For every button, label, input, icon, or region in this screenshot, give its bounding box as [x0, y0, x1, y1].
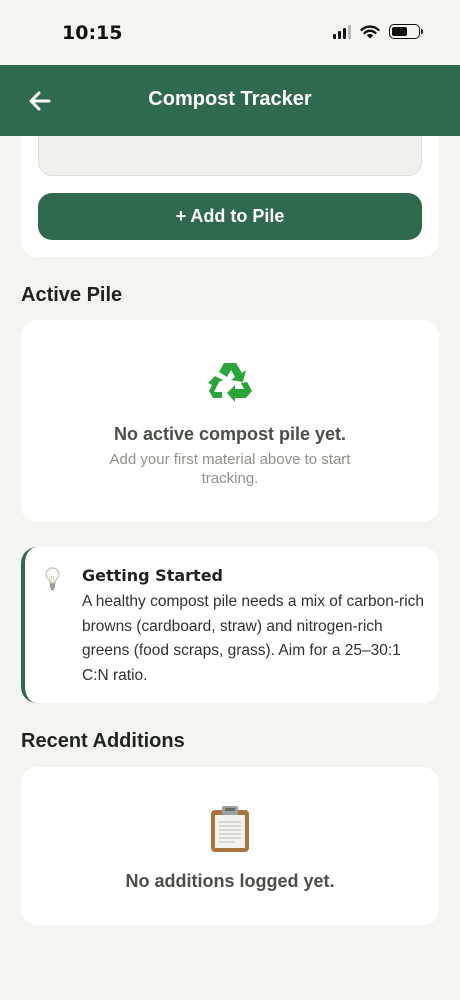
recent-additions-empty-title: No additions logged yet.	[125, 871, 335, 891]
main-content[interactable]: + Add to Pile Active Pile No active comp…	[0, 136, 460, 1000]
status-icons	[333, 24, 423, 39]
active-pile-empty-subtitle: Add your first material above to start t…	[109, 451, 351, 487]
cellular-signal-icon	[333, 24, 351, 39]
active-pile-card: No active compost pile yet. Add your fir…	[21, 320, 439, 522]
battery-icon	[389, 24, 423, 39]
recent-additions-heading: Recent Additions	[21, 730, 185, 752]
getting-started-tip: Getting Started A healthy compost pile n…	[21, 547, 439, 703]
notes-input[interactable]	[38, 136, 422, 176]
active-pile-empty-title: No active compost pile yet.	[113, 424, 347, 444]
page-title: Compost Tracker	[148, 88, 312, 110]
status-bar: 10:15	[0, 0, 460, 65]
tip-title: Getting Started	[82, 566, 223, 585]
lightbulb-icon	[45, 567, 60, 591]
wifi-icon	[360, 25, 380, 39]
recycle-icon	[208, 363, 252, 402]
add-material-form: + Add to Pile	[21, 136, 439, 257]
tip-body: A healthy compost pile needs a mix of ca…	[82, 593, 425, 684]
active-pile-heading: Active Pile	[21, 284, 123, 306]
add-to-pile-button[interactable]: + Add to Pile	[38, 193, 422, 240]
status-time: 10:15	[62, 22, 123, 44]
app-header: Compost Tracker	[0, 65, 460, 136]
recent-additions-card: No additions logged yet.	[21, 767, 439, 925]
clipboard-icon	[211, 806, 249, 852]
